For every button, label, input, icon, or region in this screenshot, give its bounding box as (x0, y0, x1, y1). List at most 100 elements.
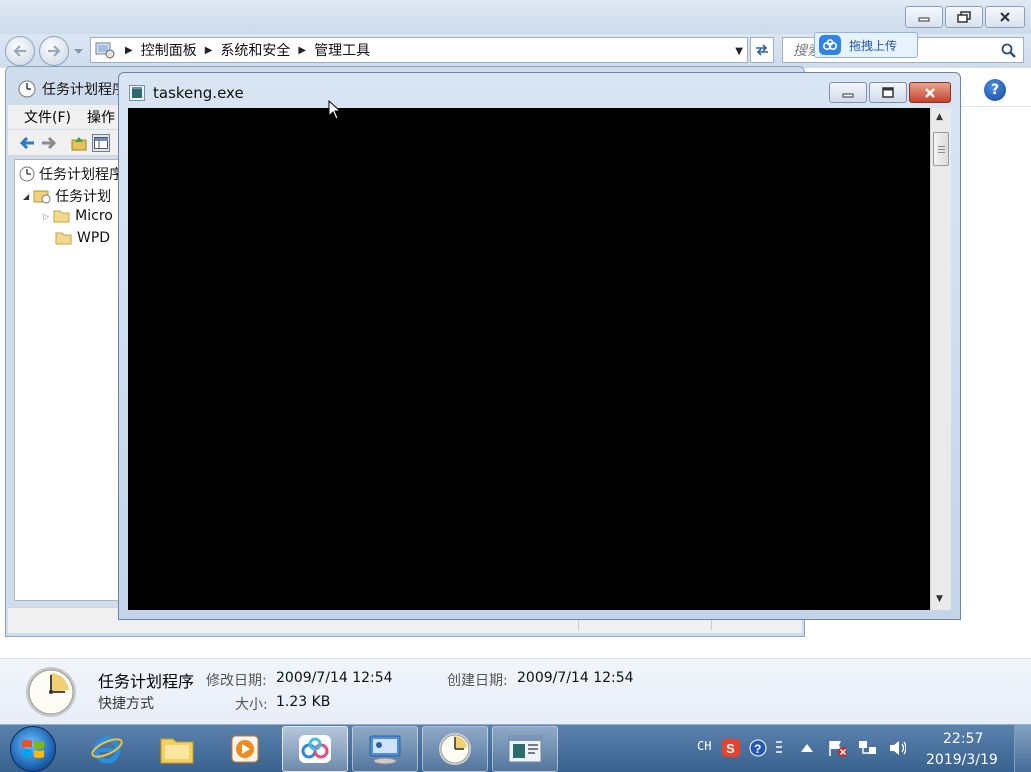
menu-file[interactable]: 文件(F) (24, 107, 71, 127)
taskbar-baidu-netdisk[interactable] (282, 726, 348, 772)
minimize-button[interactable] (905, 6, 943, 28)
scheduler-clock-icon (18, 80, 36, 98)
console-scrollbar[interactable]: ▲ ▼ (930, 108, 951, 610)
created-date-label: 创建日期: (447, 673, 508, 689)
folder-up-icon (71, 136, 87, 150)
maximize-icon (882, 87, 894, 98)
toolbar-up-button[interactable] (70, 134, 88, 152)
menu-action[interactable]: 操作 (87, 107, 115, 127)
ime-options-icon[interactable] (774, 739, 784, 757)
console-maximize-button[interactable] (869, 82, 907, 103)
clock-date[interactable]: 2019/3/19 (926, 752, 998, 768)
created-date-value: 2009/7/14 12:54 (517, 670, 634, 686)
folder-icon (55, 232, 72, 245)
restore-icon (957, 11, 971, 23)
internet-explorer-icon (91, 736, 123, 764)
clock-time[interactable]: 22:57 (943, 731, 983, 747)
thumb-grip (938, 149, 945, 150)
breadcrumb-separator[interactable]: ▶ (205, 45, 213, 56)
tree-library[interactable]: ◢ 任务计划 (23, 186, 111, 206)
taskbar-media-player[interactable] (212, 726, 278, 772)
console-titlebar[interactable]: taskeng.exe (129, 84, 244, 102)
start-button[interactable] (10, 726, 56, 772)
tray-expand-arrow-icon[interactable] (798, 739, 816, 757)
modified-date-label: 修改日期: (206, 673, 267, 689)
explorer-titlebar[interactable] (0, 0, 1031, 34)
ime-indicator[interactable]: CH (697, 739, 711, 753)
upload-badge-label: 拖拽上传 (849, 38, 898, 53)
minimize-icon (918, 17, 930, 22)
forward-button[interactable] (39, 36, 69, 66)
tree-item-wpd-label: WPD (77, 230, 111, 246)
baidu-cloud-icon (819, 35, 841, 55)
search-icon[interactable] (1001, 43, 1017, 59)
size-label: 大小: (235, 697, 268, 713)
forward-arrow-icon (48, 45, 61, 57)
tree-item-micro[interactable]: ▷ Micro (43, 208, 113, 224)
console-output-area[interactable] (128, 108, 930, 610)
tree-item-micro-label: Micro (75, 208, 113, 224)
library-folder-icon (33, 190, 51, 204)
explorer-caption-buttons (905, 6, 1025, 28)
scroll-thumb[interactable] (933, 132, 949, 166)
ime-help-icon[interactable]: ? (749, 739, 767, 757)
back-arrow-icon (13, 45, 26, 57)
taskbar-ie[interactable] (74, 726, 140, 772)
recent-pages-dropdown[interactable] (72, 46, 84, 58)
breadcrumb-separator[interactable]: ▶ (125, 45, 133, 56)
chevron-down-icon (73, 49, 83, 54)
console-caption-buttons (829, 82, 951, 103)
breadcrumb-separator[interactable]: ▶ (298, 45, 306, 56)
back-button[interactable] (5, 36, 35, 66)
breadcrumb-control-panel[interactable]: 控制面板 (141, 40, 197, 60)
control-panel-icon (95, 42, 115, 59)
clock-icon (439, 733, 471, 765)
volume-icon[interactable] (888, 739, 906, 757)
close-button[interactable] (985, 6, 1025, 28)
close-icon (925, 87, 935, 98)
tree-library-label: 任务计划 (55, 189, 112, 205)
scheduler-titlebar[interactable]: 任务计划程序 (18, 79, 126, 99)
console-app-icon (129, 85, 145, 101)
scheduler-title: 任务计划程序 (42, 82, 126, 98)
forward-arrow-icon (42, 136, 57, 149)
scroll-up-icon[interactable]: ▲ (936, 112, 943, 122)
breadcrumb-admin-tools[interactable]: 管理工具 (314, 40, 370, 60)
minimize-icon (842, 93, 854, 97)
tree-item-wpd[interactable]: WPD (55, 230, 110, 246)
mouse-cursor-icon (328, 100, 342, 120)
expand-arrow-icon[interactable]: ◢ (23, 192, 29, 201)
collapsed-arrow-icon[interactable]: ▷ (43, 212, 49, 221)
address-dropdown-icon[interactable]: ▼ (735, 46, 743, 57)
action-center-alert-icon[interactable] (828, 739, 846, 757)
scroll-down-icon[interactable]: ▼ (936, 594, 943, 604)
task-scheduler-clock-icon (26, 667, 76, 717)
restore-button[interactable] (945, 6, 983, 28)
help-button[interactable]: ? (984, 79, 1006, 101)
refresh-icon (756, 44, 768, 56)
taskbar-task-scheduler[interactable] (422, 726, 488, 772)
thumb-grip (938, 152, 945, 153)
toolbar-back-button[interactable] (18, 134, 36, 152)
network-icon[interactable] (858, 739, 876, 757)
taskbar-console[interactable] (492, 726, 558, 772)
details-file-type: 快捷方式 (98, 696, 154, 712)
console-title: taskeng.exe (153, 84, 244, 102)
breadcrumb-system-security[interactable]: 系统和安全 (220, 40, 290, 60)
taskbar-admin-tools[interactable] (352, 726, 418, 772)
address-bar[interactable]: ▶ 控制面板 ▶ 系统和安全 ▶ 管理工具 ▼ (90, 37, 748, 63)
admin-tools-icon (369, 735, 401, 765)
show-desktop-button[interactable] (1014, 725, 1031, 772)
baidu-netdisk-icon (299, 735, 331, 763)
console-minimize-button[interactable] (829, 82, 867, 103)
toolbar-show-tree-button[interactable] (92, 133, 110, 152)
folder-icon (53, 210, 70, 223)
console-close-button[interactable] (909, 82, 951, 103)
taskbar-explorer[interactable] (144, 726, 210, 772)
sogou-ime-icon[interactable]: S (722, 739, 740, 757)
baidu-upload-badge[interactable]: 拖拽上传 (814, 32, 918, 58)
toolbar-forward-button[interactable] (40, 134, 58, 152)
taskeng-console-window: taskeng.exe ▲ ▼ (118, 72, 961, 620)
tree-root[interactable]: 任务计划程序 (19, 164, 123, 184)
refresh-button[interactable] (750, 37, 774, 63)
